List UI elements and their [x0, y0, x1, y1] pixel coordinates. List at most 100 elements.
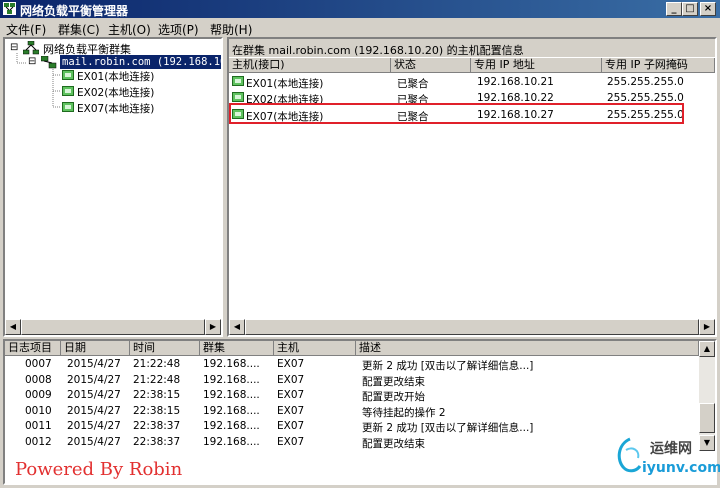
column-header-log-id[interactable]: 日志项目: [5, 341, 61, 356]
cell-log-id: 0007: [25, 358, 52, 370]
minimize-button[interactable]: _: [666, 2, 682, 16]
cell-host: EX07: [277, 404, 305, 417]
scroll-left-arrow-icon[interactable]: ◀: [5, 319, 21, 335]
tree-interface-ex07[interactable]: EX07(本地连接): [77, 101, 154, 116]
scroll-thumb[interactable]: [21, 319, 205, 335]
cell-cluster: 192.168....: [203, 389, 260, 402]
cell-time: 22:38:37: [133, 420, 181, 433]
log-rows: 0007 2015/4/27 21:22:48 192.168.... EX07 更新 2…: [5, 357, 699, 451]
scroll-right-arrow-icon[interactable]: ▶: [699, 319, 715, 335]
host-detail-pane[interactable]: 在群集 mail.robin.com (192.168.10.20) 的主机配置…: [227, 37, 717, 337]
tree-interface-ex02[interactable]: EX02(本地连接): [77, 85, 154, 100]
site-cn-name: 运维网: [650, 441, 692, 457]
tree-root-expander[interactable]: ⊟: [10, 42, 18, 53]
log-pane[interactable]: 日志项目 日期 时间 群集 主机 描述 0007 2015/4/27 21:22:4…: [3, 339, 717, 485]
cell-log-id: 0011: [25, 420, 52, 433]
table-row[interactable]: 0009 2015/4/27 22:38:15 192.168.... EX07 配置更改…: [5, 388, 699, 403]
network-interface-icon: [232, 92, 244, 102]
column-header-date[interactable]: 日期: [61, 341, 130, 356]
tree-cluster-node[interactable]: mail.robin.com (192.168.10.2: [60, 55, 221, 69]
cell-description: 更新 2 成功 [双击以了解详细信息...]: [362, 422, 534, 435]
log-table-header: 日志项目 日期 时间 群集 主机 描述: [5, 341, 699, 356]
detail-horizontal-scrollbar[interactable]: ◀ ▶: [229, 319, 715, 335]
detail-caption: 在群集 mail.robin.com (192.168.10.20) 的主机配置…: [232, 44, 524, 57]
column-header-mask[interactable]: 专用 IP 子网掩码: [602, 58, 715, 73]
cell-description: 配置更改结束: [362, 438, 425, 450]
close-button[interactable]: ×: [700, 2, 716, 16]
cell-cluster: 192.168....: [203, 358, 260, 370]
tree-horizontal-scrollbar[interactable]: ◀ ▶: [5, 319, 221, 335]
cell-cluster: 192.168....: [203, 373, 260, 386]
cell-time: 21:22:48: [133, 373, 181, 386]
row-highlight-box: [229, 103, 684, 124]
cell-date: 2015/4/27: [67, 436, 121, 448]
site-watermark: 运维网 iyunv.com: [612, 434, 720, 486]
column-header-time[interactable]: 时间: [130, 341, 200, 356]
maximize-button[interactable]: □: [682, 2, 698, 16]
scroll-thumb[interactable]: [699, 403, 715, 433]
cell-time: 22:38:37: [133, 436, 181, 448]
cell-cluster: 192.168....: [203, 404, 260, 417]
network-interface-icon: [62, 86, 74, 96]
cell-host: EX01(本地连接): [246, 78, 324, 90]
menu-cluster[interactable]: 群集(C): [58, 21, 100, 38]
cell-date: 2015/4/27: [67, 358, 121, 370]
table-row[interactable]: 0010 2015/4/27 22:38:15 192.168.... EX07 等待挂起…: [5, 404, 699, 419]
column-header-ip[interactable]: 专用 IP 地址: [471, 58, 602, 73]
cell-log-id: 0010: [25, 404, 52, 417]
table-row[interactable]: 0012 2015/4/27 22:38:37 192.168.... EX07 配置更改…: [5, 435, 699, 450]
cluster-icon: [41, 56, 57, 69]
nlb-manager-icon: [3, 2, 16, 15]
detail-caption-bar: 在群集 mail.robin.com (192.168.10.20) 的主机配置…: [229, 39, 715, 57]
cell-cluster: 192.168....: [203, 436, 260, 448]
table-row[interactable]: 0011 2015/4/27 22:38:37 192.168.... EX07 更新 2…: [5, 419, 699, 434]
network-interface-icon: [232, 76, 244, 86]
tree-cluster-expander[interactable]: ⊟: [28, 56, 36, 67]
menu-file[interactable]: 文件(F): [6, 21, 46, 38]
cell-status: 已聚合: [397, 78, 429, 90]
column-header-status[interactable]: 状态: [391, 58, 471, 73]
cell-cluster: 192.168....: [203, 420, 260, 433]
cell-date: 2015/4/27: [67, 404, 121, 417]
scroll-left-arrow-icon[interactable]: ◀: [229, 319, 245, 335]
cell-host: EX07: [277, 436, 305, 448]
table-row[interactable]: 0008 2015/4/27 21:22:48 192.168.... EX07 配置更改…: [5, 373, 699, 388]
cell-host: EX07: [277, 389, 305, 402]
menu-options[interactable]: 选项(P): [158, 21, 199, 38]
cell-host: EX07: [277, 358, 305, 370]
column-header-cluster[interactable]: 群集: [200, 341, 274, 356]
menu-bar: 文件(F) 群集(C) 主机(O) 选项(P) 帮助(H): [0, 18, 720, 37]
column-header-host[interactable]: 主机: [274, 341, 356, 356]
cell-description: 等待挂起的操作 2: [362, 406, 446, 419]
cell-host: EX07: [277, 420, 305, 433]
column-header-host[interactable]: 主机(接口): [229, 58, 391, 73]
cell-description: 更新 2 成功 [双击以了解详细信息...]: [362, 360, 534, 372]
detail-table-header: 主机(接口) 状态 专用 IP 地址 专用 IP 子网掩码: [229, 58, 715, 73]
scroll-right-arrow-icon[interactable]: ▶: [205, 319, 221, 335]
network-interface-icon: [62, 102, 74, 112]
cell-mask: 255.255.255.0: [607, 76, 684, 88]
cell-log-id: 0012: [25, 436, 52, 448]
cluster-group-icon: [23, 41, 39, 55]
cell-log-id: 0008: [25, 373, 52, 386]
cell-date: 2015/4/27: [67, 420, 121, 433]
scroll-thumb[interactable]: [245, 319, 699, 335]
powered-by-watermark: Powered By Robin: [15, 459, 183, 480]
column-header-description[interactable]: 描述: [356, 341, 699, 356]
table-row[interactable]: EX01(本地连接) 已聚合 192.168.10.21 255.255.255…: [229, 74, 715, 90]
cluster-tree-pane[interactable]: ⊟ 网络负载平衡群集 ⊟ mail.robin.com (192.168.10.…: [3, 37, 223, 337]
scroll-up-arrow-icon[interactable]: ▲: [699, 341, 715, 357]
cell-description: 配置更改开始: [362, 391, 425, 404]
cell-time: 22:38:15: [133, 404, 181, 417]
site-url: iyunv.com: [642, 460, 720, 476]
cell-host: EX07: [277, 373, 305, 386]
menu-help[interactable]: 帮助(H): [210, 21, 252, 38]
table-row[interactable]: 0007 2015/4/27 21:22:48 192.168.... EX07 更新 2…: [5, 357, 699, 372]
cell-description: 配置更改结束: [362, 375, 425, 388]
menu-host[interactable]: 主机(O): [108, 21, 151, 38]
window-title: 网络负载平衡管理器: [20, 4, 129, 18]
title-bar[interactable]: 网络负载平衡管理器 _ □ ×: [0, 0, 720, 18]
cell-ip: 192.168.10.21: [477, 76, 554, 88]
tree-interface-ex01[interactable]: EX01(本地连接): [77, 69, 154, 84]
cell-time: 22:38:15: [133, 389, 181, 402]
